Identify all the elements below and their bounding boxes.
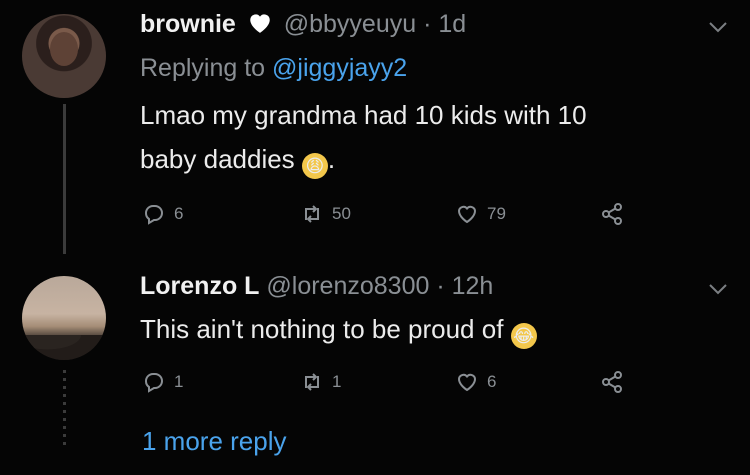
tweet-text-line2: baby daddies 😩. — [140, 140, 335, 179]
separator-dot: · — [436, 272, 445, 300]
tweet-header: brownie @bbyyeuyu · 1d — [140, 10, 466, 41]
timestamp[interactable]: 12h — [452, 272, 494, 300]
separator-dot: · — [423, 10, 432, 38]
tweet-text-line1: This ain't nothing to be proud of 😂 — [140, 310, 537, 349]
reply-count: 6 — [174, 204, 184, 223]
reply-count: 1 — [174, 372, 184, 391]
retweet-count: 1 — [332, 372, 342, 391]
white-heart-icon — [247, 10, 273, 41]
share-icon — [602, 371, 622, 393]
reply-icon — [145, 205, 163, 225]
chevron-down-icon[interactable] — [708, 16, 728, 39]
retweet-icon — [305, 373, 319, 391]
like-button[interactable]: 6 — [455, 370, 496, 394]
replying-to: Replying to @jiggyjayy2 — [140, 54, 407, 83]
tears-of-joy-emoji: 😂 — [510, 323, 537, 349]
thread-line-dotted — [63, 370, 66, 450]
tweet-header: Lorenzo L @lorenzo8300 · 12h — [140, 272, 493, 301]
retweet-count: 50 — [332, 204, 351, 223]
chevron-down-icon[interactable] — [708, 278, 728, 301]
avatar-brownie[interactable] — [22, 14, 106, 98]
like-button[interactable]: 79 — [455, 202, 506, 226]
tweet-text-line1: Lmao my grandma had 10 kids with 10 — [140, 100, 587, 130]
reply-icon — [145, 373, 163, 393]
like-count: 79 — [487, 204, 506, 223]
like-count: 6 — [487, 372, 497, 391]
timestamp[interactable]: 1d — [438, 10, 466, 38]
tweet-text: This ain't nothing to be proud of — [140, 314, 504, 344]
retweet-icon — [305, 205, 319, 223]
retweet-button[interactable]: 1 — [300, 370, 341, 394]
thread-line — [63, 104, 66, 254]
heart-icon — [457, 373, 477, 392]
share-button[interactable] — [600, 370, 624, 394]
handle[interactable]: @lorenzo8300 — [266, 272, 429, 300]
reply-button[interactable]: 1 — [142, 370, 183, 394]
more-replies-link[interactable]: 1 more reply — [142, 426, 287, 457]
reply-button[interactable]: 6 — [142, 202, 183, 226]
heart-icon — [457, 205, 477, 224]
tweet-text: baby daddies — [140, 144, 295, 174]
handle[interactable]: @bbyyeuyu — [284, 10, 416, 38]
share-icon — [602, 203, 622, 225]
display-name[interactable]: Lorenzo L — [140, 272, 259, 300]
display-name[interactable]: brownie — [140, 10, 236, 38]
replying-to-handle[interactable]: @jiggyjayy2 — [272, 54, 407, 82]
retweet-button[interactable]: 50 — [300, 202, 351, 226]
weary-face-emoji: 😩 — [301, 153, 328, 179]
replying-prefix: Replying to — [140, 54, 266, 82]
share-button[interactable] — [600, 202, 624, 226]
tweet-text-suffix: . — [327, 144, 336, 174]
avatar-lorenzo[interactable] — [22, 276, 106, 360]
